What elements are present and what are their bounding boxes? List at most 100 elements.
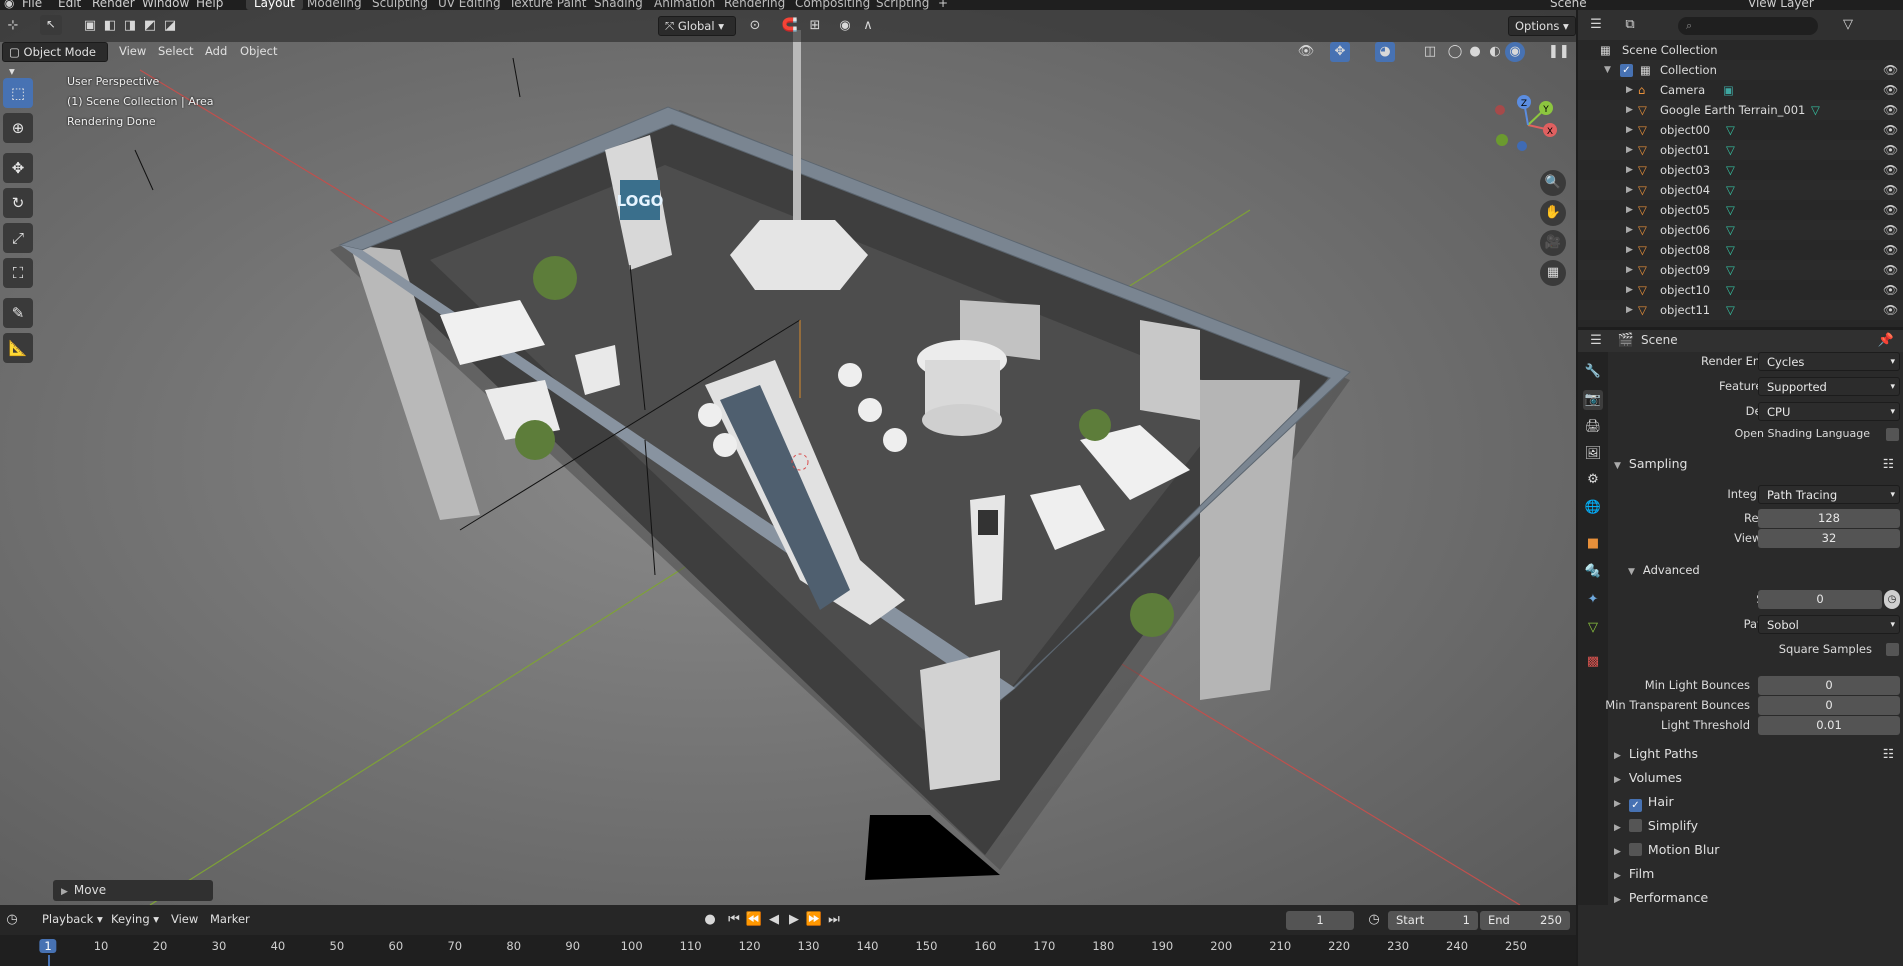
select-extend-icon[interactable]: ◧ bbox=[100, 16, 120, 36]
section-volumes[interactable]: ▶ Volumes bbox=[1600, 767, 1900, 789]
current-frame-field[interactable]: 1 bbox=[1286, 911, 1354, 930]
jump-end-icon[interactable]: ⏭ bbox=[824, 910, 844, 930]
timeline-ruler[interactable]: 1 10 20 30 40 50 60 70 80 90 100 110 120 130 140 150 160… bbox=[0, 935, 1576, 966]
mesh-data-icon[interactable]: ▽ bbox=[1811, 100, 1820, 120]
end-frame-field[interactable]: End 250 bbox=[1480, 911, 1570, 930]
section-film[interactable]: ▶ Film bbox=[1600, 863, 1900, 885]
rotate-tool-icon[interactable]: ↻ bbox=[3, 188, 33, 218]
tab-sculpting[interactable]: Sculpting bbox=[364, 0, 436, 10]
viewport-samples-field[interactable]: 32 bbox=[1758, 529, 1900, 548]
view-layer-selector[interactable]: View Layer bbox=[1748, 0, 1814, 10]
editor-type-icon[interactable]: ☰ bbox=[1586, 331, 1606, 351]
outliner-item[interactable]: ▶ ▽ object04 ▽ 👁 bbox=[1578, 180, 1903, 200]
presets-list-icon[interactable]: ☷ bbox=[1883, 453, 1894, 475]
jump-keyframe-back-icon[interactable]: ⏪ bbox=[744, 910, 764, 930]
section-hair[interactable]: ▶ ✓ Hair bbox=[1600, 791, 1900, 813]
add-workspace-button[interactable]: + bbox=[938, 0, 948, 10]
render-engine-dropdown[interactable]: Cycles ▾ bbox=[1758, 352, 1900, 371]
eye-icon[interactable]: 👁 bbox=[1883, 280, 1898, 300]
material-shading-icon[interactable]: ◐ bbox=[1485, 42, 1505, 62]
outliner-item[interactable]: ▶ ▽ Google Earth Terrain_001 ▽ 👁 bbox=[1578, 100, 1903, 120]
expand-triangle-icon[interactable]: ▶ bbox=[1626, 160, 1633, 180]
eye-icon[interactable]: 👁 bbox=[1883, 240, 1898, 260]
outliner-item[interactable]: ▶ ▽ object09 ▽ 👁 bbox=[1578, 260, 1903, 280]
eye-icon[interactable]: 👁 bbox=[1883, 220, 1898, 240]
play-icon[interactable]: ▶ bbox=[784, 910, 804, 930]
pin-icon[interactable]: 📌 bbox=[1876, 331, 1896, 351]
move-tool-icon[interactable]: ✥ bbox=[3, 153, 33, 183]
3d-viewport[interactable]: LOGO User Perspective (1) Scene Collecti… bbox=[0, 10, 1576, 905]
osl-checkbox[interactable] bbox=[1886, 428, 1899, 441]
expand-triangle-icon[interactable]: ▼ bbox=[1604, 60, 1611, 80]
min-light-bounces-field[interactable]: 0 bbox=[1758, 676, 1900, 695]
texture-tab-icon[interactable]: ▩ bbox=[1583, 652, 1603, 672]
tab-scripting[interactable]: Scripting bbox=[868, 0, 937, 10]
output-tab-icon[interactable]: 🖨 bbox=[1583, 417, 1603, 437]
eye-icon[interactable]: 👁 bbox=[1883, 80, 1898, 100]
min-transparent-bounces-field[interactable]: 0 bbox=[1758, 696, 1900, 715]
select-box-tool-icon[interactable]: ⬚ bbox=[3, 78, 33, 108]
light-threshold-field[interactable]: 0.01 bbox=[1758, 716, 1900, 735]
editor-type-icon[interactable]: ☰ bbox=[1586, 15, 1606, 35]
scale-tool-icon[interactable]: ⤢ bbox=[3, 223, 33, 253]
menu-edit[interactable]: Edit bbox=[58, 0, 81, 10]
mesh-data-icon[interactable]: ▽ bbox=[1726, 220, 1735, 240]
snap-target-icon[interactable]: ⊞ bbox=[805, 16, 825, 36]
menu-timeline-view[interactable]: View bbox=[165, 910, 204, 930]
mesh-data-icon[interactable]: ▽ bbox=[1726, 300, 1735, 320]
integrator-dropdown[interactable]: Path Tracing ▾ bbox=[1758, 485, 1900, 504]
mesh-data-icon[interactable]: ▽ bbox=[1726, 140, 1735, 160]
proportional-editing-icon[interactable]: ◉ bbox=[835, 16, 855, 36]
cursor-tool-icon[interactable]: ⊕ bbox=[3, 113, 33, 143]
device-dropdown[interactable]: CPU ▾ bbox=[1758, 402, 1900, 421]
expand-triangle-icon[interactable]: ▶ bbox=[1626, 300, 1633, 320]
section-light-paths[interactable]: ▶ Light Paths ☷ bbox=[1600, 743, 1900, 765]
scene-selector[interactable]: Scene bbox=[1550, 0, 1587, 10]
transform-orientation-dropdown[interactable]: ⤧ Global ▾ bbox=[658, 16, 736, 36]
menu-keying[interactable]: Keying ▾ bbox=[105, 910, 165, 930]
expand-triangle-icon[interactable]: ▶ bbox=[1626, 140, 1633, 160]
mesh-data-icon[interactable]: ▽ bbox=[1726, 280, 1735, 300]
camera-view-icon[interactable]: 🎥 bbox=[1540, 230, 1566, 256]
particles-tab-icon[interactable]: ✦ bbox=[1583, 590, 1603, 610]
eye-icon[interactable]: 👁 bbox=[1883, 160, 1898, 180]
eye-icon[interactable]: 👁 bbox=[1883, 260, 1898, 280]
falloff-icon[interactable]: ∧ bbox=[858, 16, 878, 36]
tab-compositing[interactable]: Compositing bbox=[787, 0, 878, 10]
navigation-gizmo[interactable]: X Y Z bbox=[1488, 90, 1568, 160]
select-new-icon[interactable]: ▣ bbox=[80, 16, 100, 36]
menu-playback[interactable]: Playback ▾ bbox=[36, 910, 109, 930]
jump-keyframe-forward-icon[interactable]: ⏩ bbox=[804, 910, 824, 930]
mesh-data-icon[interactable]: ▽ bbox=[1726, 260, 1735, 280]
outliner-item[interactable]: ▶ ⌂ Camera ▣ 👁 bbox=[1578, 80, 1903, 100]
section-motion-blur[interactable]: ▶ Motion Blur bbox=[1600, 839, 1900, 861]
editor-type-icon[interactable]: ⊹ bbox=[3, 16, 23, 36]
display-mode-icon[interactable]: ⧉ bbox=[1620, 15, 1640, 35]
snap-icon[interactable]: 🧲 bbox=[780, 16, 800, 36]
outliner-item[interactable]: ▶ ▽ object03 ▽ 👁 bbox=[1578, 160, 1903, 180]
section-enable-checkbox[interactable]: ✓ bbox=[1628, 799, 1642, 812]
wireframe-shading-icon[interactable]: ◯ bbox=[1445, 42, 1465, 62]
render-tab-icon[interactable]: 📷 bbox=[1583, 390, 1603, 410]
last-operator-panel[interactable]: ▶ Move bbox=[53, 880, 213, 901]
menu-object[interactable]: Object bbox=[234, 42, 283, 62]
outliner-item[interactable]: ▶ ▽ object05 ▽ 👁 bbox=[1578, 200, 1903, 220]
ortho-grid-icon[interactable]: ▦ bbox=[1540, 260, 1566, 286]
blender-logo-icon[interactable]: ◉ bbox=[4, 0, 14, 10]
presets-list-icon[interactable]: ☷ bbox=[1883, 743, 1894, 765]
tool-tab-icon[interactable]: 🔧 bbox=[1583, 362, 1603, 382]
annotate-tool-icon[interactable]: ✎ bbox=[3, 298, 33, 328]
pan-hand-icon[interactable]: ✋ bbox=[1540, 200, 1566, 226]
mesh-data-icon[interactable]: ▽ bbox=[1726, 200, 1735, 220]
transform-tool-icon[interactable]: ⛶ bbox=[3, 258, 33, 288]
filter-icon[interactable]: ▽ bbox=[1838, 15, 1858, 35]
outliner-item[interactable]: ▶ ▽ object11 ▽ 👁 bbox=[1578, 300, 1903, 320]
select-invert-icon[interactable]: ◩ bbox=[140, 16, 160, 36]
eye-icon[interactable]: 👁 bbox=[1883, 140, 1898, 160]
menu-help[interactable]: Help bbox=[196, 0, 223, 10]
outliner-item[interactable]: ▶ ▽ object00 ▽ 👁 bbox=[1578, 120, 1903, 140]
pause-render-icon[interactable]: ❚❚ bbox=[1548, 42, 1570, 62]
expand-triangle-icon[interactable]: ▶ bbox=[1626, 120, 1633, 140]
tab-shading[interactable]: Shading bbox=[586, 0, 651, 10]
menu-view[interactable]: View bbox=[113, 42, 152, 62]
